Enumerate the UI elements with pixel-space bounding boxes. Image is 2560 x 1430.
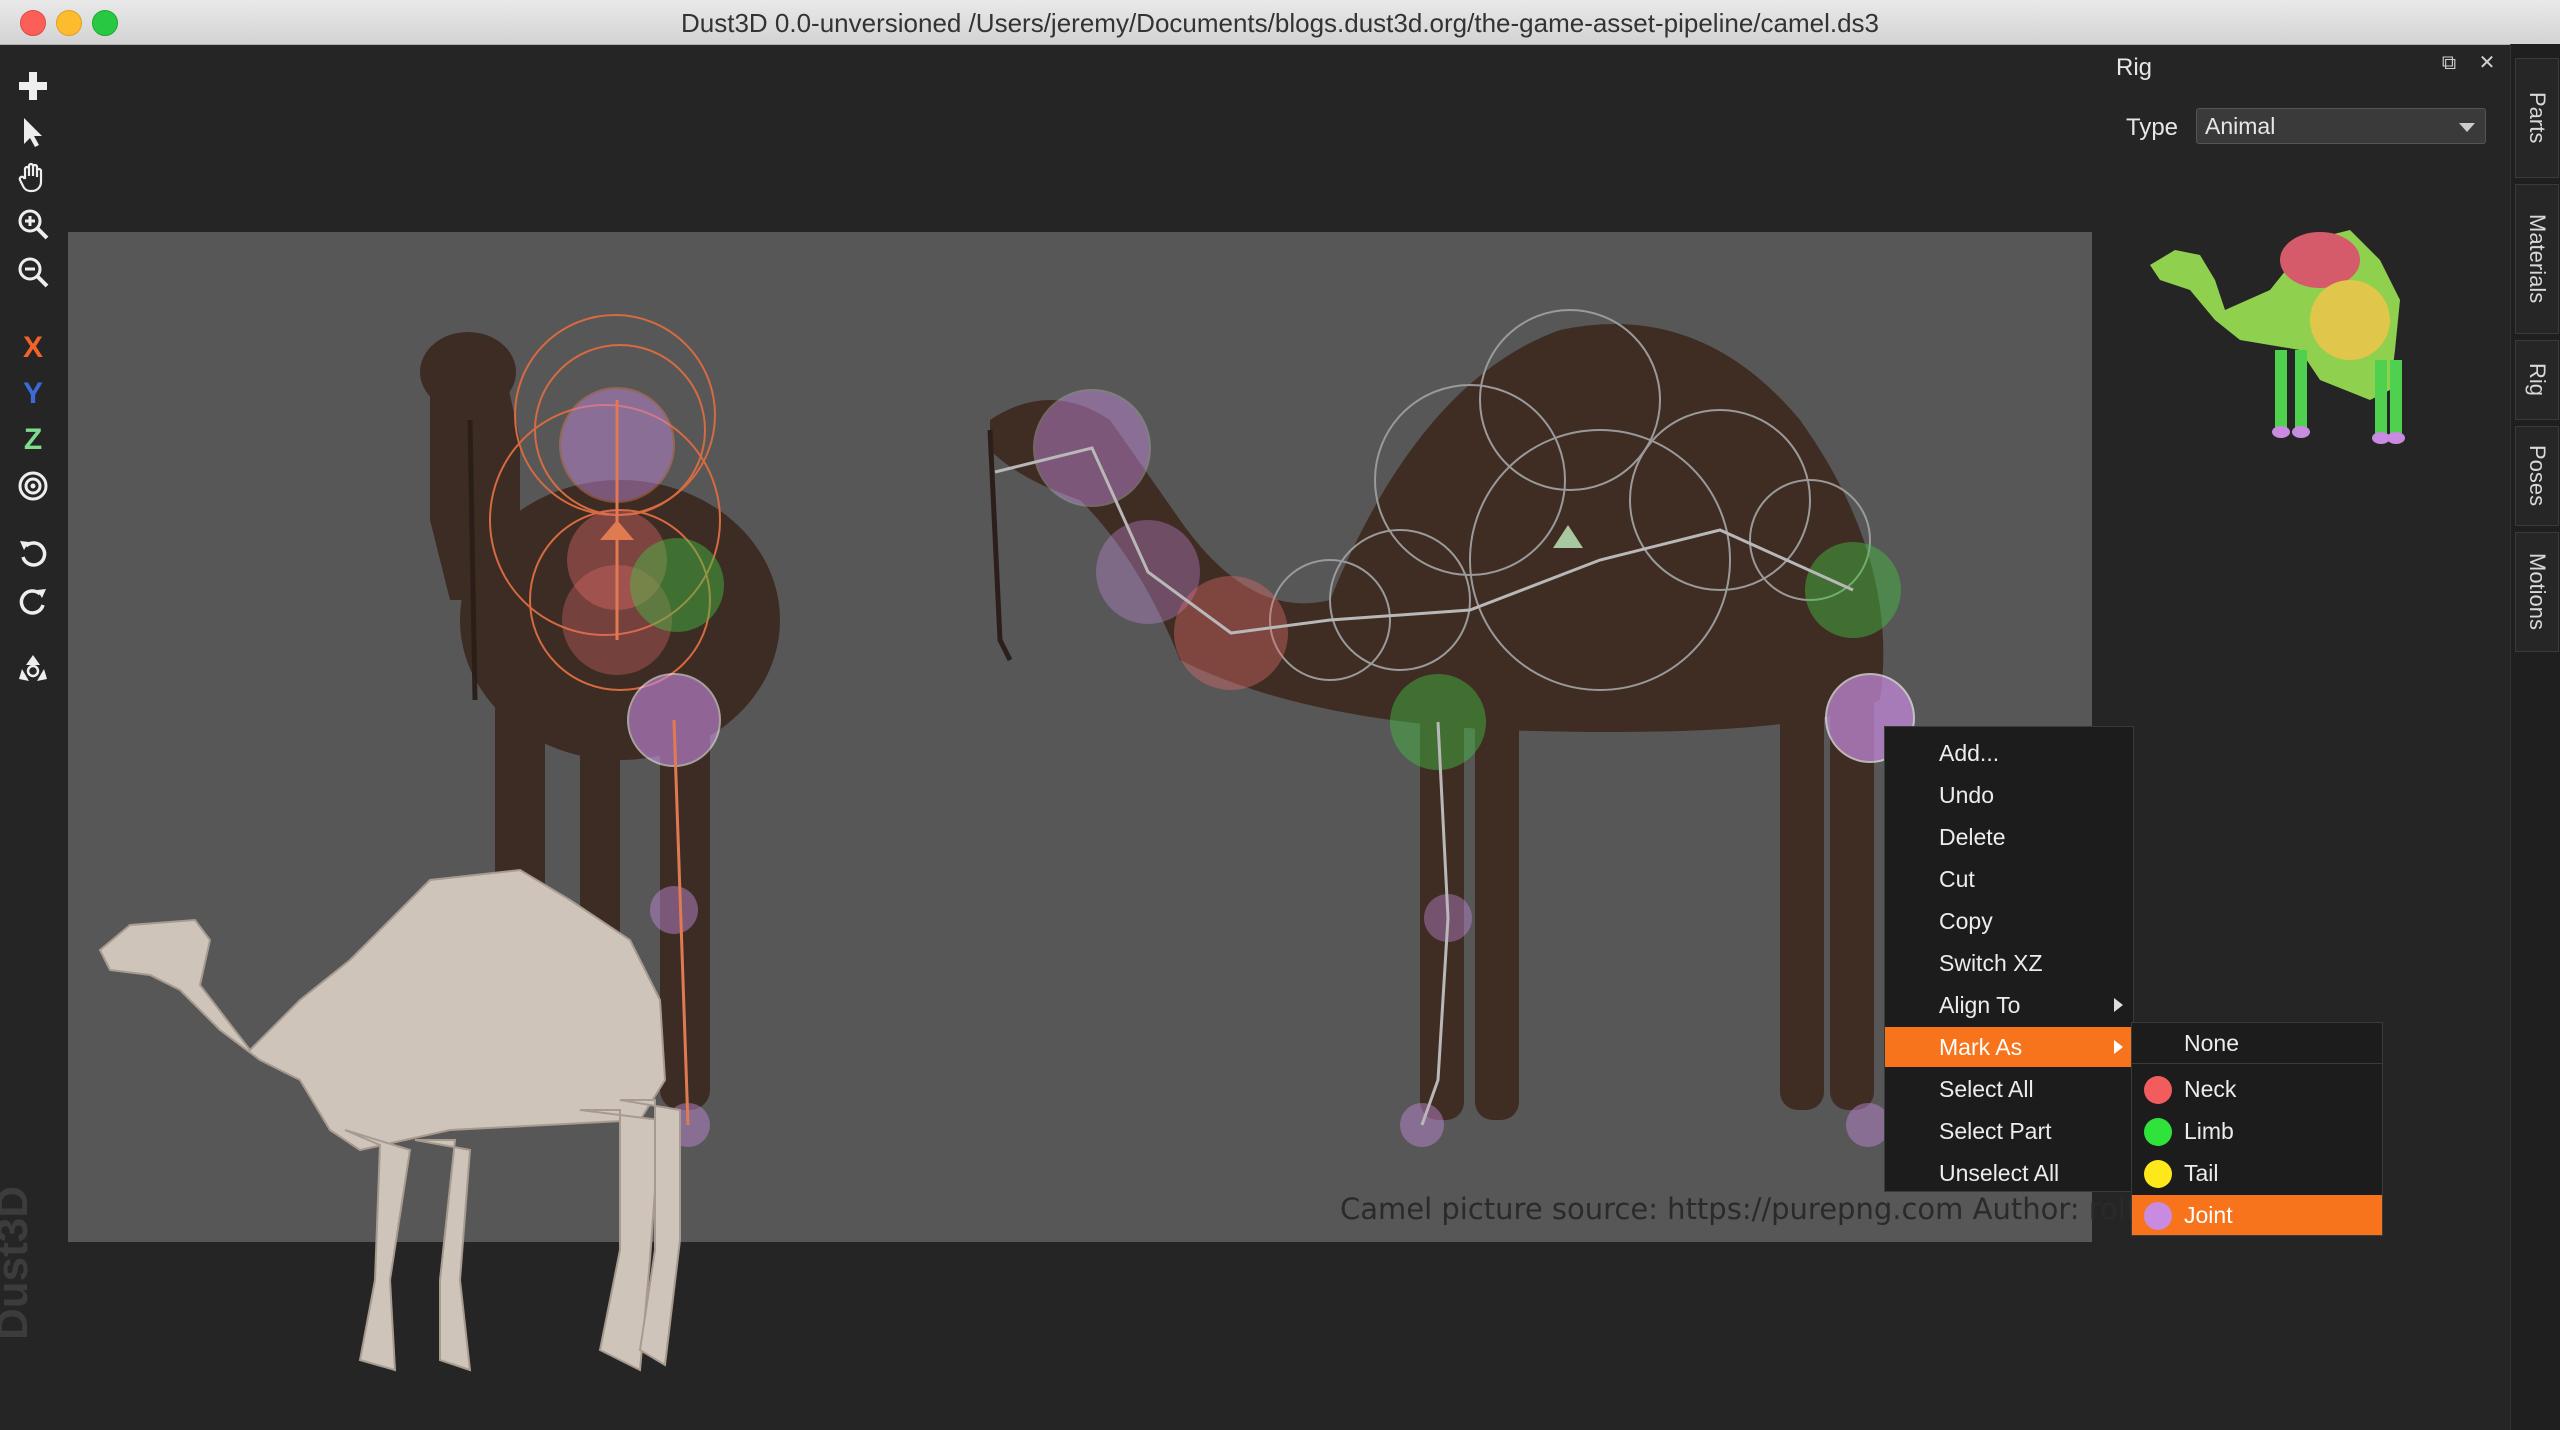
neck-color-swatch [2144, 1076, 2172, 1104]
tab-rig[interactable]: Rig [2515, 340, 2559, 420]
rig-panel: Rig ⧉ ✕ Type Animal [2100, 44, 2510, 464]
joint-color-swatch [2144, 1202, 2172, 1230]
close-panel-icon[interactable]: ✕ [2476, 52, 2498, 74]
tab-motions[interactable]: Motions [2515, 532, 2559, 652]
undock-icon[interactable]: ⧉ [2438, 52, 2460, 74]
menu-item-delete[interactable]: Delete [1885, 817, 2133, 857]
menu-separator [2132, 1063, 2382, 1068]
mark-neck-label: Neck [2184, 1076, 2237, 1102]
mark-none-label: None [2184, 1030, 2239, 1056]
mark-none-option[interactable]: None [2132, 1023, 2382, 1063]
mark-joint-option[interactable]: Joint [2132, 1195, 2382, 1235]
menu-item-undo[interactable]: Undo [1885, 775, 2133, 815]
tab-materials[interactable]: Materials [2515, 184, 2559, 334]
rig-panel-title: Rig [2116, 54, 2153, 81]
menu-item-mark-as[interactable]: Mark As [1885, 1027, 2133, 1067]
menu-item-switch-xz[interactable]: Switch XZ [1885, 943, 2133, 983]
limb-color-swatch [2144, 1118, 2172, 1146]
menu-item-align-to[interactable]: Align To [1885, 985, 2133, 1025]
mark-neck-option[interactable]: Neck [2132, 1069, 2382, 1109]
reference-image-credit: Camel picture source: https://purepng.co… [1340, 1192, 2243, 1226]
dock-tabs: Parts Materials Rig Poses Motions [2510, 44, 2560, 1430]
camel-3d-model[interactable] [98, 868, 681, 1372]
menu-item-select-all[interactable]: Select All [1885, 1069, 2133, 1109]
mark-tail-option[interactable]: Tail [2132, 1153, 2382, 1193]
mark-as-submenu: None Neck Limb Tail Joint [2131, 1022, 2383, 1236]
menu-item-align-to-label: Align To [1939, 992, 2021, 1018]
mark-tail-label: Tail [2184, 1160, 2219, 1186]
tab-poses[interactable]: Poses [2515, 426, 2559, 526]
chevron-down-icon [2459, 123, 2475, 132]
menu-item-cut[interactable]: Cut [1885, 859, 2133, 899]
menu-item-unselect-all[interactable]: Unselect All [1885, 1153, 2133, 1193]
submenu-arrow-icon [2114, 998, 2123, 1012]
rig-type-value: Animal [2205, 113, 2276, 139]
menu-item-select-part[interactable]: Select Part [1885, 1111, 2133, 1151]
submenu-arrow-icon [2114, 1040, 2123, 1054]
menu-item-add[interactable]: Add... [1885, 733, 2133, 773]
menu-item-copy[interactable]: Copy [1885, 901, 2133, 941]
mark-limb-option[interactable]: Limb [2132, 1111, 2382, 1151]
mark-joint-label: Joint [2184, 1202, 2233, 1228]
rig-type-label: Type [2126, 114, 2179, 141]
tab-parts[interactable]: Parts [2515, 58, 2559, 178]
rig-type-select[interactable]: Animal [2196, 108, 2486, 144]
tail-color-swatch [2144, 1160, 2172, 1188]
context-menu: Add... Undo Delete Cut Copy Switch XZ Al… [1884, 726, 2134, 1192]
dust3d-watermark: Dust3D [0, 1185, 37, 1340]
mark-limb-label: Limb [2184, 1118, 2234, 1144]
menu-item-mark-as-label: Mark As [1939, 1034, 2023, 1060]
